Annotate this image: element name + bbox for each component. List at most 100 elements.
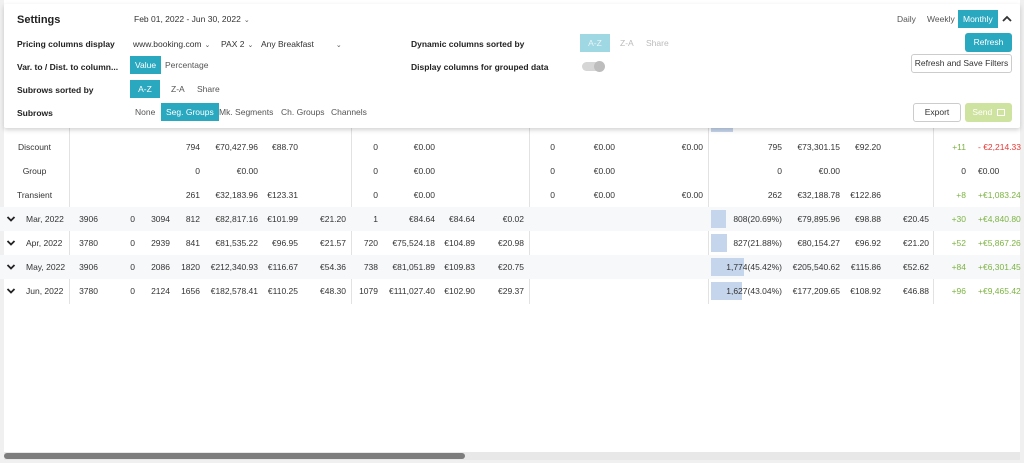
chevron-down-icon: ⌄	[247, 42, 254, 49]
subrows-sorted-label: Subrows sorted by	[17, 85, 94, 95]
cell-pickup-revenue: +€1,083.24	[978, 190, 1021, 200]
cell-revenue-ly: €75,524.18	[392, 238, 435, 248]
cell-rooms: 0	[195, 166, 200, 176]
cell-pickup-revenue: €0.00	[978, 166, 1000, 176]
cell-adr: €123.31	[267, 190, 298, 200]
cell-adr-ly: €104.89	[444, 238, 475, 248]
pricing-pax-value: PAX 2	[221, 39, 245, 49]
cell-rooms-py: 0	[550, 142, 555, 152]
subrows-sort-share[interactable]: Share	[192, 80, 225, 98]
scrollbar-thumb[interactable]	[4, 453, 465, 459]
cell-rooms-ly: 0	[373, 142, 378, 152]
cell-otb-revenue: €0.00	[818, 166, 840, 176]
month-row[interactable]: Mar, 2022 3906 0 3094 812 €82,817.16 €101.99 €2…	[0, 207, 1021, 231]
cell-otb-adr: €122.86	[850, 190, 881, 200]
image-icon	[996, 109, 1005, 116]
month-row[interactable]: May, 2022 3906 0 2086 1820 €212,340.93 €116.67…	[0, 255, 1021, 279]
cell-pickup: +52	[951, 238, 966, 248]
cell-revenue-ly: €81,051.89	[392, 262, 435, 272]
subrow: Discount 794 €70,427.96 €88.70 0 €0.00 0 €0.00 €…	[0, 135, 1021, 159]
cell-revenue: €70,427.96	[215, 142, 258, 152]
chevron-down-icon[interactable]	[6, 286, 16, 296]
period-monthly[interactable]: Monthly	[958, 10, 998, 28]
cell-otb: 0	[777, 166, 782, 176]
var-percentage-option[interactable]: Percentage	[160, 56, 213, 74]
export-button[interactable]: Export	[913, 103, 961, 122]
pricing-source-select[interactable]: www.booking.com ⌄	[133, 39, 210, 49]
cell-adr: €116.67	[267, 262, 298, 272]
month-row[interactable]: Jun, 2022 3780 0 2124 1656 €182,578.41 €110.25…	[0, 279, 1021, 303]
cell-ooo: 0	[130, 262, 135, 272]
cell-adr: €96.95	[272, 238, 298, 248]
cell-ooo: 0	[130, 238, 135, 248]
cell-otb-adr	[840, 159, 881, 183]
subrow: Transient 261 €32,183.96 €123.31 0 €0.00 0 €0.0…	[0, 183, 1021, 207]
cell-revenue: €0.00	[236, 166, 258, 176]
month-row[interactable]: Apr, 2022 3780 0 2939 841 €81,535.22 €96.95 €21…	[0, 231, 1021, 255]
pricing-board-select[interactable]: Any Breakfast ⌄	[261, 39, 342, 49]
cell-rooms: 841	[185, 238, 200, 248]
cell-revpar-ly: €0.02	[502, 214, 524, 224]
cell-otb-revenue: €205,540.62	[792, 262, 840, 272]
cell-pickup-revenue: +€5,867.26	[978, 238, 1021, 248]
cell-revenue-ly: €0.00	[413, 142, 435, 152]
cell-rooms: 1820	[181, 262, 200, 272]
subrows-seg-groups[interactable]: Seg. Groups	[161, 103, 219, 121]
subrows-channels[interactable]: Channels	[326, 103, 372, 121]
settings-title: Settings	[17, 14, 61, 26]
cell-revenue: €81,535.22	[215, 238, 258, 248]
cell-pickup: +8	[956, 190, 966, 200]
cell-rooms: 812	[185, 214, 200, 224]
subrows-none[interactable]: None	[130, 103, 160, 121]
dynamic-sort-za[interactable]: Z-A	[615, 34, 639, 52]
subrow-name: Group	[22, 166, 47, 176]
cell-capacity: 3780	[79, 286, 98, 296]
var-value-option[interactable]: Value	[130, 56, 162, 74]
send-button[interactable]: Send	[965, 103, 1012, 122]
cell-pickup-revenue: - €2,214.33	[978, 142, 1022, 152]
subrows-sort-az[interactable]: A-Z	[130, 80, 160, 98]
cell-rooms: 261	[185, 190, 200, 200]
pricing-source-value: www.booking.com	[133, 39, 202, 49]
cell-revenue-ly: €0.00	[413, 166, 435, 176]
pricing-board-value: Any Breakfast	[261, 39, 314, 49]
chevron-down-icon[interactable]	[6, 262, 16, 272]
dynamic-sort-share[interactable]: Share	[641, 34, 674, 52]
date-range-select[interactable]: Feb 01, 2022 - Jun 30, 2022 ⌄	[134, 14, 250, 24]
cell-capacity: 3780	[79, 238, 98, 248]
cell-pickup: +84	[951, 262, 966, 272]
cell-available: 2086	[151, 262, 170, 272]
cell-revpar-ly: €20.75	[498, 262, 524, 272]
period-daily[interactable]: Daily	[892, 10, 921, 28]
cell-revenue: €212,340.93	[210, 262, 258, 272]
dynamic-sort-az[interactable]: A-Z	[580, 34, 610, 52]
cell-otb-share: 1,774(45.42%)	[726, 262, 782, 272]
cell-otb-adr: €92.20	[855, 142, 881, 152]
cell-available: 2939	[151, 238, 170, 248]
grouped-data-toggle[interactable]	[582, 61, 605, 72]
chevron-down-icon[interactable]	[6, 238, 16, 248]
period-weekly[interactable]: Weekly	[922, 10, 960, 28]
collapse-chevron-up-icon[interactable]	[1001, 12, 1013, 26]
cell-pickup: +11	[952, 142, 966, 152]
chevron-down-icon[interactable]	[6, 214, 16, 224]
refresh-button[interactable]: Refresh	[965, 33, 1012, 52]
subrows-mk-segments[interactable]: Mk. Segments	[214, 103, 278, 121]
cell-revenue: €32,183.96	[215, 190, 258, 200]
horizontal-scrollbar[interactable]	[4, 452, 1020, 460]
cell-pickup: 0	[961, 166, 966, 176]
subrows-sort-za[interactable]: Z-A	[166, 80, 190, 98]
subrows-label: Subrows	[17, 108, 53, 118]
toggle-knob	[594, 61, 605, 72]
refresh-save-filters-button[interactable]: Refresh and Save Filters	[911, 54, 1012, 73]
pricing-pax-select[interactable]: PAX 2 ⌄	[221, 39, 253, 49]
month-name: May, 2022	[26, 262, 66, 272]
cell-otb-revenue: €80,154.27	[797, 238, 840, 248]
cell-pickup-revenue: +€4,840.80	[978, 214, 1021, 224]
month-name: Mar, 2022	[26, 214, 64, 224]
cell-revpar: €48.30	[320, 286, 346, 296]
cell-otb: 795	[767, 142, 782, 152]
subrows-ch-groups[interactable]: Ch. Groups	[276, 103, 329, 121]
cell-otb: 262	[767, 190, 782, 200]
cell-adr: €110.25	[267, 286, 298, 296]
